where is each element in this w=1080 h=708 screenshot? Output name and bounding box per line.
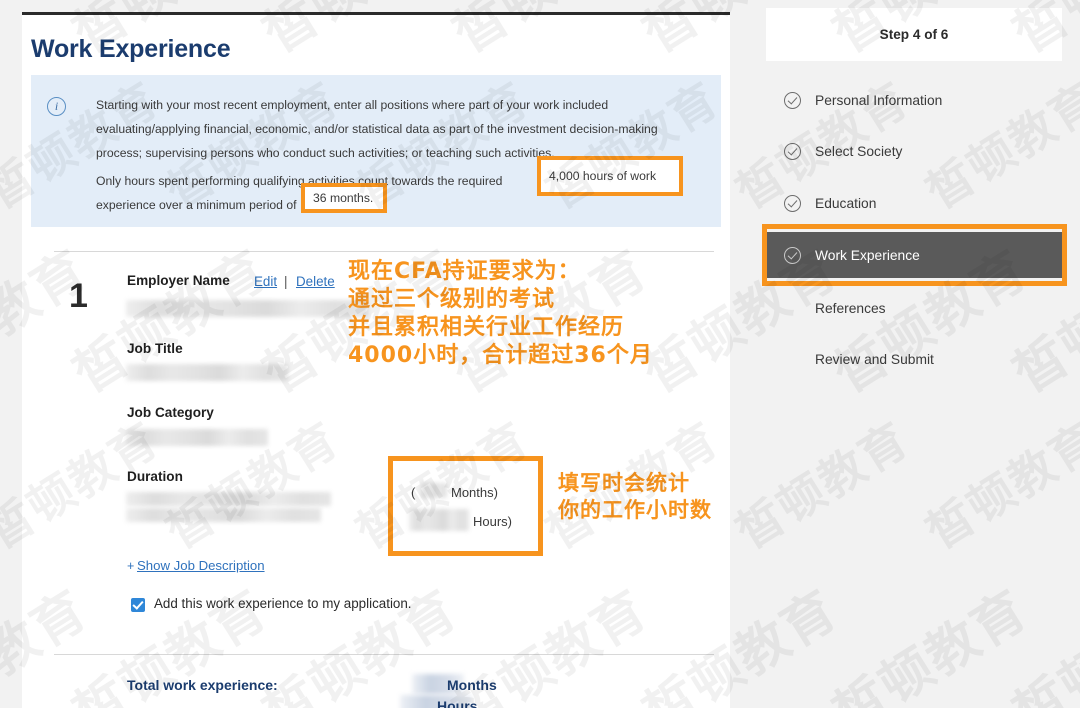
duration-months-label: Months)	[451, 485, 498, 500]
sidebar-item-work-experience[interactable]: Work Experience	[766, 232, 1062, 278]
check-circle-icon	[784, 195, 801, 212]
link-separator: |	[284, 274, 287, 289]
highlight-months-text: 36 months.	[313, 191, 373, 205]
sidebar-item-references[interactable]: References	[766, 286, 1062, 330]
sidebar-item-label: Education	[815, 196, 876, 211]
sidebar-item-personal-information[interactable]: Personal Information	[766, 78, 1062, 122]
duration-label: Duration	[127, 469, 183, 484]
sidebar-item-education[interactable]: Education	[766, 181, 1062, 225]
entry-number: 1	[69, 277, 88, 316]
step-indicator-label: Step 4 of 6	[880, 27, 949, 42]
step-indicator: Step 4 of 6	[766, 8, 1062, 61]
duration-hours-label: Hours)	[473, 514, 512, 529]
check-circle-icon	[784, 247, 801, 264]
divider-bottom	[54, 654, 714, 655]
duration-value-redacted-line-2	[126, 508, 321, 522]
info-paragraph-2-head: Only hours spent performing qualifying a…	[96, 174, 502, 188]
show-job-description-plus-icon: +	[127, 559, 134, 573]
employer-name-value-redacted	[126, 300, 368, 317]
sidebar-item-label: Personal Information	[815, 93, 942, 108]
duration-months-value-redacted	[421, 483, 447, 498]
duration-hours-value-redacted	[409, 509, 469, 531]
screenshot-root: Work Experience i Starting with your mos…	[0, 0, 1080, 708]
job-category-label: Job Category	[127, 405, 214, 420]
job-title-label: Job Title	[127, 341, 183, 356]
info-callout-text: Starting with your most recent employmen…	[96, 93, 696, 217]
total-months-unit: Months	[447, 677, 497, 693]
delete-link[interactable]: Delete	[296, 274, 335, 289]
annotation-hours-tally: 填写时会统计 你的工作小时数	[558, 470, 712, 524]
check-circle-icon	[784, 92, 801, 109]
highlight-box-4000-hours: 4,000 hours of work	[537, 156, 683, 196]
info-paragraph-2-tail: experience over a minimum period of	[96, 198, 297, 212]
total-work-experience-label: Total work experience:	[127, 677, 278, 693]
sidebar-item-label: Select Society	[815, 144, 902, 159]
edit-link[interactable]: Edit	[254, 274, 277, 289]
info-paragraph-1: Starting with your most recent employmen…	[96, 93, 696, 165]
job-category-value-redacted	[126, 429, 268, 446]
sidebar-item-label: Work Experience	[815, 248, 920, 263]
progress-sidebar: Step 4 of 6 Personal Information Select …	[766, 0, 1080, 708]
total-hours-unit: Hours	[437, 698, 477, 708]
duration-months-paren: (	[411, 485, 415, 500]
show-job-description-link[interactable]: Show Job Description	[137, 558, 265, 573]
page-title: Work Experience	[31, 35, 230, 64]
highlight-hours-text: 4,000 hours of work	[549, 169, 656, 183]
highlight-box-36-months: 36 months.	[301, 183, 387, 213]
sidebar-item-label: References	[815, 301, 886, 316]
employer-name-label: Employer Name	[127, 273, 230, 288]
add-work-experience-checkbox[interactable]	[131, 598, 145, 612]
job-title-value-redacted	[126, 364, 288, 381]
divider-top	[54, 251, 714, 252]
duration-value-redacted-line-1	[126, 492, 331, 506]
add-work-experience-checkbox-label: Add this work experience to my applicati…	[154, 596, 412, 611]
sidebar-item-label: Review and Submit	[815, 352, 934, 367]
info-circle-icon: i	[47, 97, 66, 116]
sidebar-item-select-society[interactable]: Select Society	[766, 129, 1062, 173]
sidebar-item-review-and-submit[interactable]: Review and Submit	[766, 337, 1062, 381]
check-circle-icon	[784, 143, 801, 160]
highlight-box-duration-summary: ( Months) Hours)	[388, 456, 543, 556]
annotation-cfa-requirements: 现在CFA持证要求为： 通过三个级别的考试 并且累积相关行业工作经历 4000小…	[348, 258, 653, 371]
